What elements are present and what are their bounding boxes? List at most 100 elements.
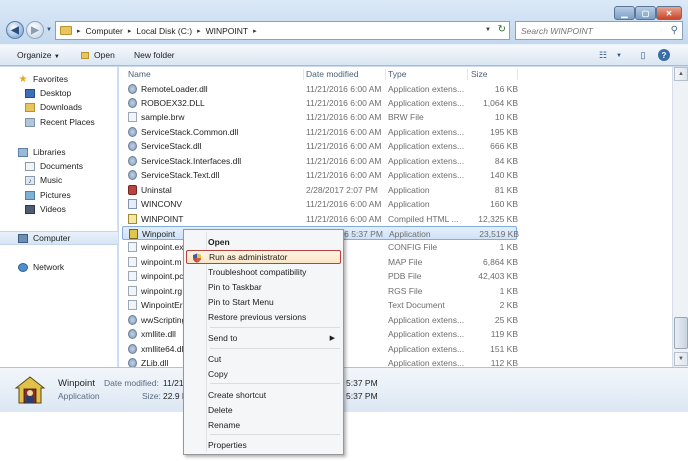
star-icon: ★ — [18, 73, 28, 85]
minimize-icon: ▁ — [621, 8, 628, 18]
file-type: Application extens... — [388, 155, 465, 166]
file-row[interactable]: sample.brw 11/21/2016 6:00 AM BRW File 10 K… — [122, 110, 518, 124]
column-divider[interactable] — [467, 69, 468, 80]
menu-item-pin-to-start-menu[interactable]: Pin to Start Menu — [186, 295, 341, 309]
document-file-icon — [128, 271, 137, 282]
chevron-right-icon[interactable]: ▸ — [197, 27, 201, 35]
column-header-date[interactable]: Date modified — [306, 67, 358, 81]
change-view-button[interactable]: ☷ — [596, 49, 610, 62]
file-date: 11/21/2016 6:00 AM — [306, 141, 382, 152]
file-name-cell: WINPOINT — [128, 212, 303, 226]
menu-separator — [210, 383, 340, 384]
file-row[interactable]: ServiceStack.Text.dll 11/21/2016 6:00 AM A… — [122, 168, 518, 182]
file-name: WinpointErr — [141, 300, 186, 311]
vertical-scrollbar[interactable]: ▲ ▼ — [672, 67, 688, 367]
menu-item-pin-to-taskbar[interactable]: Pin to Taskbar — [186, 280, 341, 294]
chevron-right-icon[interactable]: ▸ — [77, 27, 81, 35]
file-row[interactable]: ServiceStack.dll 11/21/2016 6:00 AM Applic… — [122, 139, 518, 153]
scroll-down-button[interactable]: ▼ — [674, 352, 688, 366]
chevron-right-icon[interactable]: ▸ — [253, 27, 257, 35]
help-button[interactable]: ? — [658, 49, 670, 61]
breadcrumb-computer[interactable]: Computer — [86, 26, 123, 36]
document-file-icon — [128, 285, 137, 296]
file-row[interactable]: WINCONV 11/21/2016 6:00 AM Application 160 … — [122, 197, 518, 211]
chevron-down-icon: ▼ — [53, 54, 60, 60]
column-header-size[interactable]: Size — [471, 67, 488, 81]
file-name: ServiceStack.Common.dll — [141, 126, 239, 137]
menu-item-rename[interactable]: Rename — [186, 418, 341, 432]
file-row[interactable]: WINPOINT 11/21/2016 6:00 AM Compiled HTML … — [122, 212, 518, 226]
search-icon[interactable]: ⚲ — [671, 25, 678, 36]
column-divider[interactable] — [303, 69, 304, 80]
details-pane: Winpoint Application Date modified: 11/2… — [0, 367, 688, 412]
column-header-name[interactable]: Name — [128, 67, 151, 81]
close-button[interactable]: ✕ — [656, 6, 682, 20]
search-input[interactable] — [521, 25, 661, 36]
file-row[interactable]: RemoteLoader.dll 11/21/2016 6:00 AM Applic… — [122, 82, 518, 96]
menu-item-label: Send to — [208, 333, 238, 343]
file-date: 11/21/2016 6:00 AM — [306, 112, 382, 123]
file-date: 11/21/2016 6:00 AM — [306, 213, 382, 224]
file-name: winpoint.pc — [141, 271, 184, 282]
recent-pages-dropdown-icon[interactable]: ▼ — [46, 27, 52, 33]
menu-item-label: Cut — [208, 354, 222, 364]
open-button[interactable]: Open — [94, 50, 115, 60]
menu-item-troubleshoot-compatibility[interactable]: Troubleshoot compatibility — [186, 265, 341, 279]
file-type: BRW File — [388, 112, 424, 123]
column-divider[interactable] — [517, 69, 518, 80]
refresh-icon[interactable]: ↻ — [498, 24, 506, 35]
file-name: Uninstal — [141, 184, 172, 195]
menu-item-copy[interactable]: Copy — [186, 367, 341, 381]
file-row[interactable]: ServiceStack.Common.dll 11/21/2016 6:00 A… — [122, 125, 518, 139]
address-dropdown-icon[interactable]: ▼ — [485, 27, 491, 33]
search-box[interactable]: ⚲ — [515, 21, 683, 40]
breadcrumb-local-disk[interactable]: Local Disk (C:) — [136, 26, 192, 36]
file-size: 119 KB — [490, 329, 518, 340]
minimize-button[interactable]: ▁ — [614, 6, 635, 20]
file-type: Application extens... — [388, 141, 465, 152]
desktop-icon — [25, 88, 35, 98]
file-row[interactable]: Uninstal 2/28/2017 2:07 PM Application 81 K… — [122, 183, 518, 197]
nav-computer[interactable]: Computer — [0, 231, 118, 245]
column-divider[interactable] — [385, 69, 386, 80]
application-icon — [128, 199, 137, 210]
chevron-right-icon[interactable]: ▸ — [128, 27, 132, 35]
file-name-cell: ROBOEX32.DLL — [128, 96, 303, 110]
back-button[interactable]: ◀ — [6, 21, 24, 39]
address-bar[interactable]: ▸ Computer ▸ Local Disk (C:) ▸ WINPOINT … — [55, 21, 510, 40]
column-header-type[interactable]: Type — [388, 67, 406, 81]
organize-button[interactable]: Organize ▼ — [17, 50, 60, 60]
dll-file-icon — [128, 141, 137, 152]
view-dropdown-icon[interactable]: ▼ — [612, 49, 626, 62]
menu-item-open[interactable]: Open — [186, 235, 341, 249]
menu-item-create-shortcut[interactable]: Create shortcut — [186, 388, 341, 402]
scroll-up-button[interactable]: ▲ — [674, 67, 688, 81]
file-name: ROBOEX32.DLL — [141, 97, 205, 108]
details-date-tail: 5:37 PM — [346, 378, 378, 388]
forward-button[interactable]: ▶ — [26, 21, 44, 39]
menu-item-cut[interactable]: Cut — [186, 352, 341, 366]
preview-pane-button[interactable]: ▯ — [636, 49, 650, 62]
file-size: 84 KB — [494, 155, 518, 166]
maximize-button[interactable]: ▢ — [635, 6, 656, 20]
document-file-icon — [128, 256, 137, 267]
menu-item-run-as-administrator[interactable]: Run as administrator — [186, 250, 341, 264]
new-folder-button[interactable]: New folder — [134, 50, 175, 60]
menu-item-properties[interactable]: Properties — [186, 438, 341, 452]
file-size: 140 KB — [490, 170, 518, 181]
submenu-arrow-icon: ▶ — [329, 335, 335, 342]
winpoint-app-icon — [129, 229, 138, 239]
file-type: MAP File — [388, 256, 423, 267]
scrollbar-thumb[interactable] — [674, 317, 688, 349]
file-name-cell: Uninstal — [128, 183, 303, 197]
breadcrumb-winpoint[interactable]: WINPOINT — [206, 26, 249, 36]
menu-item-delete[interactable]: Delete — [186, 403, 341, 417]
menu-item-send-to[interactable]: Send to ▶ — [186, 331, 341, 345]
file-row[interactable]: ROBOEX32.DLL 11/21/2016 6:00 AM Applicatio… — [122, 96, 518, 110]
menu-item-label: Properties — [208, 440, 247, 450]
file-row[interactable]: ServiceStack.Interfaces.dll 11/21/2016 6:… — [122, 154, 518, 168]
details-file-name: Winpoint — [58, 378, 95, 389]
menu-item-label: Copy — [208, 369, 228, 379]
file-type: Text Document — [388, 300, 445, 311]
menu-item-restore-previous-versions[interactable]: Restore previous versions — [186, 310, 341, 324]
